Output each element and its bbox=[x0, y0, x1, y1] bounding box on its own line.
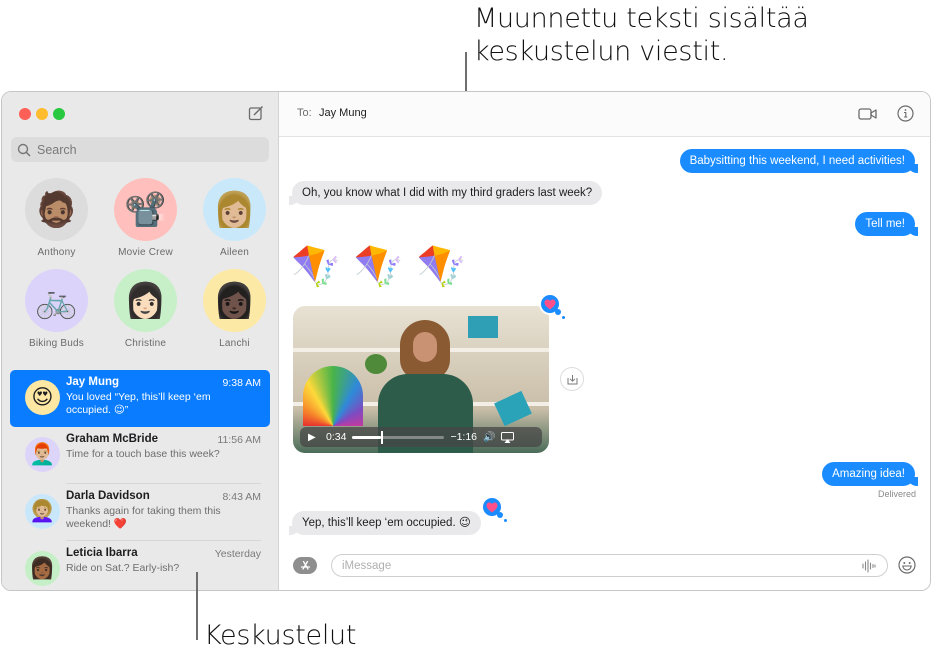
delivered-status: Delivered bbox=[877, 489, 916, 499]
pinned-anthony[interactable]: 🧔🏽 Anthony bbox=[12, 178, 101, 261]
conversation-time: 8:43 AM bbox=[222, 491, 261, 503]
facetime-video-icon[interactable] bbox=[858, 106, 878, 122]
close-window-button[interactable] bbox=[19, 108, 31, 120]
pinned-avatar: 🧔🏽 bbox=[25, 178, 88, 241]
annotation-top: Muunnettu teksti sisältää keskustelun vi… bbox=[474, 2, 809, 68]
pinned-label: Aileen bbox=[220, 247, 249, 258]
search-field[interactable] bbox=[11, 137, 269, 162]
conversation-list: 😍 Jay Mung 9:38 AM You loved “Yep, this’… bbox=[10, 370, 270, 590]
video-scrubber[interactable] bbox=[352, 430, 445, 444]
pinned-avatar: 📽️ bbox=[114, 178, 177, 241]
sidebar: 🧔🏽 Anthony 📽️ Movie Crew 👩🏼 Aileen 🚲 Bik… bbox=[2, 92, 279, 590]
conversation-preview: You loved “Yep, this’ll keep ‘em occupie… bbox=[66, 391, 211, 416]
app-store-button[interactable] bbox=[293, 557, 317, 574]
received-message-bubble[interactable]: Yep, this’ll keep ‘em occupied. 😉 bbox=[289, 511, 481, 535]
kite-emoji: 🪁 bbox=[291, 245, 341, 289]
pinned-label: Anthony bbox=[37, 247, 76, 258]
conversation-item[interactable]: 👨🏼‍🦰 Graham McBride 11:56 AM Time for a … bbox=[10, 427, 270, 484]
video-scene bbox=[413, 332, 437, 362]
pinned-christine[interactable]: 👩🏻 Christine bbox=[101, 269, 190, 352]
pinned-label: Movie Crew bbox=[118, 247, 173, 258]
to-label: To: bbox=[297, 107, 312, 119]
sent-message-bubble[interactable]: Tell me! bbox=[855, 212, 918, 236]
conversation-time: 9:38 AM bbox=[222, 377, 261, 389]
conversation-preview: Time for a touch base this week? bbox=[66, 448, 220, 460]
pinned-label: Christine bbox=[124, 338, 167, 349]
annotation-bottom: Keskustelut bbox=[204, 620, 357, 651]
sent-message-bubble[interactable]: Babysitting this weekend, I need activit… bbox=[679, 149, 919, 173]
video-progress-fill bbox=[352, 435, 381, 439]
conversation-name: Jay Mung bbox=[66, 376, 120, 388]
heart-icon bbox=[486, 502, 498, 512]
tapback-heart[interactable] bbox=[539, 293, 565, 319]
video-scene bbox=[365, 354, 387, 374]
video-scene bbox=[494, 390, 532, 427]
pinned-label: Biking Buds bbox=[28, 338, 84, 349]
avatar: 👩🏾 bbox=[25, 551, 60, 586]
video-scene bbox=[468, 316, 498, 338]
pinned-conversations: 🧔🏽 Anthony 📽️ Movie Crew 👩🏼 Aileen 🚲 Bik… bbox=[12, 178, 272, 352]
avatar: 👨🏼‍🦰 bbox=[25, 437, 60, 472]
info-icon[interactable] bbox=[897, 105, 914, 122]
pinned-movie-crew[interactable]: 📽️ Movie Crew bbox=[101, 178, 190, 261]
search-input[interactable] bbox=[37, 142, 257, 157]
audio-waveform-icon[interactable] bbox=[861, 558, 877, 573]
volume-icon[interactable]: 🔊 bbox=[483, 432, 495, 443]
transcript-pane: To: Jay Mung Babysitting this weekend, I… bbox=[279, 92, 930, 590]
messages-window: 🧔🏽 Anthony 📽️ Movie Crew 👩🏼 Aileen 🚲 Bik… bbox=[1, 91, 931, 591]
video-scrubber-handle[interactable] bbox=[380, 430, 383, 444]
annotation-top-line1: Muunnettu teksti sisältää bbox=[474, 3, 809, 34]
received-message-bubble[interactable]: Oh, you know what I did with my third gr… bbox=[288, 181, 603, 205]
download-icon bbox=[567, 374, 577, 384]
save-video-button[interactable] bbox=[560, 367, 584, 391]
video-elapsed: 0:34 bbox=[326, 431, 347, 443]
conversation-item[interactable]: 👩🏼‍🦱 Darla Davidson 8:43 AM Thanks again… bbox=[10, 484, 270, 541]
sent-message-bubble[interactable]: Amazing idea! bbox=[822, 462, 918, 486]
app-store-icon bbox=[300, 560, 310, 570]
conversation-item[interactable]: 👩🏾 Leticia Ibarra Yesterday Ride on Sat.… bbox=[10, 541, 270, 590]
pinned-biking-buds[interactable]: 🚲 Biking Buds bbox=[12, 269, 101, 352]
compose-icon[interactable] bbox=[248, 105, 264, 121]
recipient-name[interactable]: Jay Mung bbox=[319, 107, 367, 119]
conversation-time: 11:56 AM bbox=[217, 434, 261, 446]
video-scene bbox=[303, 366, 363, 426]
pinned-lanchi[interactable]: 👩🏿 Lanchi bbox=[190, 269, 279, 352]
pinned-avatar: 👩🏼 bbox=[203, 178, 266, 241]
play-icon[interactable]: ▶ bbox=[308, 432, 320, 443]
conversation-item[interactable]: 😍 Jay Mung 9:38 AM You loved “Yep, this’… bbox=[10, 370, 270, 427]
search-icon bbox=[17, 143, 31, 157]
pinned-avatar: 🚲 bbox=[25, 269, 88, 332]
conversation-name: Graham McBride bbox=[66, 433, 159, 445]
avatar: 😍 bbox=[25, 380, 60, 415]
heart-icon bbox=[544, 299, 556, 309]
pinned-aileen[interactable]: 👩🏼 Aileen bbox=[190, 178, 279, 261]
video-remaining: −1:16 bbox=[450, 431, 478, 443]
tapback-heart[interactable] bbox=[481, 496, 507, 522]
pinned-label: Lanchi bbox=[219, 338, 250, 349]
kite-emoji: 🪁 bbox=[416, 245, 467, 289]
conversation-header: To: Jay Mung bbox=[279, 92, 930, 137]
conversation-time: Yesterday bbox=[214, 548, 261, 560]
conversation-preview: Ride on Sat.? Early-ish? bbox=[66, 562, 180, 574]
conversation-preview: Thanks again for taking them this weeken… bbox=[66, 505, 221, 530]
conversation-name: Darla Davidson bbox=[66, 490, 150, 502]
annotation-leader-line-bottom bbox=[196, 572, 198, 640]
message-field[interactable] bbox=[331, 554, 888, 577]
kite-emoji-message[interactable]: 🪁 🪁 🪁 bbox=[291, 247, 466, 287]
video-message[interactable]: ▶ 0:34 −1:16 🔊 bbox=[293, 306, 549, 453]
avatar: 👩🏼‍🦱 bbox=[25, 494, 60, 529]
emoji-icon[interactable] bbox=[898, 556, 916, 574]
message-input[interactable] bbox=[342, 559, 861, 572]
conversation-name: Leticia Ibarra bbox=[66, 547, 138, 559]
kite-emoji: 🪁 bbox=[353, 245, 404, 289]
minimize-window-button[interactable] bbox=[36, 108, 48, 120]
video-controls: ▶ 0:34 −1:16 🔊 bbox=[300, 427, 542, 447]
airplay-icon[interactable] bbox=[501, 431, 515, 443]
zoom-window-button[interactable] bbox=[53, 108, 65, 120]
pinned-avatar: 👩🏻 bbox=[114, 269, 177, 332]
pinned-avatar: 👩🏿 bbox=[203, 269, 266, 332]
annotation-top-line2: keskustelun viestit. bbox=[474, 36, 729, 67]
